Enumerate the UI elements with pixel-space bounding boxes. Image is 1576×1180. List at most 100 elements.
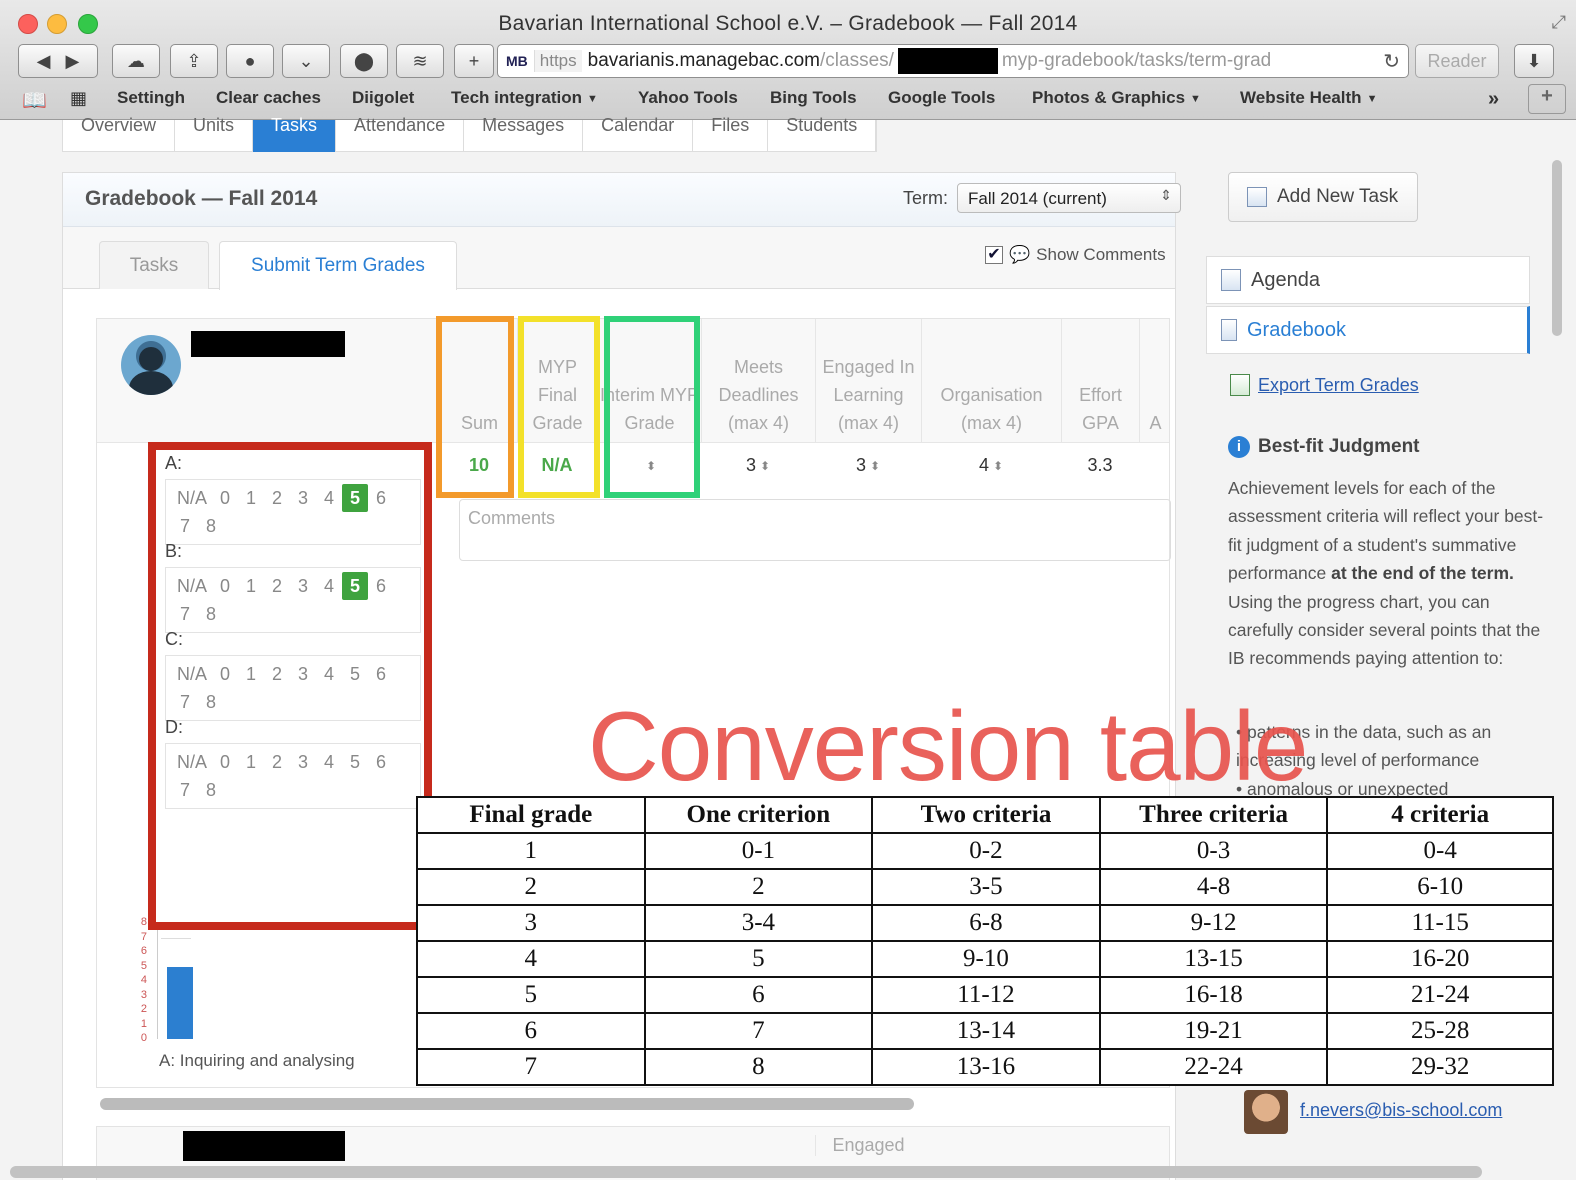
stepper-icon[interactable]: ⬍ [760, 459, 770, 473]
new-tab-button[interactable]: + [1528, 84, 1566, 114]
level-option[interactable]: 7 [172, 600, 198, 628]
add-tab-icon[interactable]: + [454, 44, 494, 78]
tab-tasks[interactable]: Tasks [253, 116, 337, 152]
level-option[interactable]: 1 [238, 572, 264, 600]
reading-list-icon[interactable]: 📖 [22, 88, 47, 113]
vertical-scrollbar[interactable] [1552, 160, 1562, 336]
level-option[interactable]: N/A [172, 484, 212, 512]
bookmark-item[interactable]: Photos & Graphics ▼ [1032, 88, 1201, 108]
level-option[interactable]: 0 [212, 748, 238, 776]
layers-icon[interactable]: ≋ [396, 44, 444, 78]
page-horizontal-scrollbar[interactable] [10, 1166, 1482, 1178]
pin-icon[interactable]: ⬤ [340, 44, 388, 78]
level-option[interactable]: 1 [238, 660, 264, 688]
level-option[interactable]: 5 [342, 660, 368, 688]
back-arrow-icon[interactable]: ◀ [37, 51, 51, 72]
tab-submit-term-grades[interactable]: Submit Term Grades [219, 241, 457, 290]
level-option[interactable]: N/A [172, 572, 212, 600]
level-option[interactable]: 7 [172, 512, 198, 540]
stepper-icon[interactable]: ⬍ [993, 459, 1003, 473]
interim-grade-stepper[interactable]: ⬍ [597, 447, 701, 483]
bookmark-item[interactable]: Yahoo Tools [638, 88, 738, 108]
tab-overview[interactable]: Overview [63, 116, 176, 152]
extension-circle-icon[interactable]: ● [226, 44, 274, 78]
level-option[interactable]: 0 [212, 660, 238, 688]
level-option-selected[interactable]: 5 [342, 484, 368, 512]
bookmark-item[interactable]: Bing Tools [770, 88, 857, 108]
meets-deadlines-stepper[interactable]: 3 ⬍ [701, 447, 815, 483]
criterion-b: B: N/A 0 1 2 3 4 5 6 7 8 [165, 541, 421, 633]
level-option[interactable]: 4 [316, 572, 342, 600]
level-option[interactable]: 3 [290, 748, 316, 776]
add-new-task-button[interactable]: Add New Task [1228, 172, 1418, 222]
level-option[interactable]: 2 [264, 748, 290, 776]
tab-files[interactable]: Files [693, 116, 769, 152]
level-option[interactable]: 1 [238, 748, 264, 776]
pocket-icon[interactable]: ⌄ [282, 44, 330, 78]
horizontal-scrollbar[interactable] [100, 1098, 914, 1110]
level-option-selected[interactable]: 5 [342, 572, 368, 600]
level-option[interactable]: 7 [172, 688, 198, 716]
back-forward-buttons[interactable]: ◀ ▶ [18, 44, 98, 78]
level-option[interactable]: 2 [264, 484, 290, 512]
level-option[interactable]: 0 [212, 572, 238, 600]
level-option[interactable]: 1 [238, 484, 264, 512]
term-select[interactable]: Fall 2014 (current) ⇕ [957, 183, 1181, 213]
bookmark-item[interactable]: Clear caches [216, 88, 321, 108]
tab-students[interactable]: Students [768, 116, 877, 152]
level-option[interactable]: 6 [368, 748, 394, 776]
bookmarks-overflow-icon[interactable]: » [1488, 88, 1499, 111]
level-option[interactable]: 8 [198, 688, 224, 716]
export-term-grades-link[interactable]: Export Term Grades [1230, 374, 1419, 396]
share-icon[interactable]: ⇪ [170, 44, 218, 78]
level-option[interactable]: N/A [172, 660, 212, 688]
level-option[interactable]: 6 [368, 484, 394, 512]
level-option[interactable]: 8 [198, 600, 224, 628]
table-cell: 6-10 [1326, 868, 1554, 906]
tab-messages[interactable]: Messages [464, 116, 584, 152]
teacher-email-link[interactable]: f.nevers@bis-school.com [1300, 1100, 1502, 1121]
tab-units[interactable]: Units [175, 116, 254, 152]
sidebar-item-agenda[interactable]: Agenda [1206, 256, 1530, 304]
level-option[interactable]: 6 [368, 660, 394, 688]
bookmark-item[interactable]: Google Tools [888, 88, 995, 108]
sidebar-item-gradebook[interactable]: Gradebook [1206, 306, 1530, 354]
forward-arrow-icon[interactable]: ▶ [66, 51, 80, 72]
level-option[interactable]: 3 [290, 572, 316, 600]
level-option[interactable]: 8 [198, 776, 224, 804]
level-option[interactable]: 3 [290, 484, 316, 512]
top-sites-icon[interactable]: ▦ [70, 88, 87, 109]
level-option[interactable]: 6 [368, 572, 394, 600]
download-icon[interactable]: ⬇ [1514, 44, 1554, 78]
level-option[interactable]: 2 [264, 572, 290, 600]
level-option[interactable]: 0 [212, 484, 238, 512]
checkbox-checked-icon[interactable]: ✔ [985, 246, 1003, 264]
level-option[interactable]: 4 [316, 484, 342, 512]
engaged-stepper[interactable]: 3 ⬍ [815, 447, 921, 483]
level-option[interactable]: 4 [316, 748, 342, 776]
tab-gradebook-tasks[interactable]: Tasks [99, 241, 209, 289]
level-option[interactable]: 7 [172, 776, 198, 804]
level-option[interactable]: 3 [290, 660, 316, 688]
bookmark-item[interactable]: Settingh [117, 88, 185, 108]
tab-attendance[interactable]: Attendance [336, 116, 465, 152]
bookmark-item[interactable]: Tech integration ▼ [451, 88, 598, 108]
organisation-stepper[interactable]: 4 ⬍ [921, 447, 1061, 483]
reload-icon[interactable]: ↻ [1383, 49, 1400, 74]
bookmark-item[interactable]: Diigolet [352, 88, 414, 108]
level-option[interactable]: N/A [172, 748, 212, 776]
reader-button[interactable]: Reader [1415, 44, 1499, 78]
stepper-icon[interactable]: ⬍ [870, 459, 880, 473]
fullscreen-icon[interactable]: ⤢ [1552, 12, 1566, 33]
level-option[interactable]: 8 [198, 512, 224, 540]
level-option[interactable]: 2 [264, 660, 290, 688]
bookmark-item[interactable]: Website Health ▼ [1240, 88, 1377, 108]
level-option[interactable]: 4 [316, 660, 342, 688]
show-comments-toggle[interactable]: ✔ 💬 Show Comments [985, 245, 1166, 265]
cloud-icon[interactable]: ☁ [112, 44, 160, 78]
url-bar[interactable]: MB https bavarianis.managebac.com /class… [497, 44, 1409, 78]
level-option[interactable]: 5 [342, 748, 368, 776]
comments-field[interactable]: Comments [459, 499, 1171, 561]
tab-calendar[interactable]: Calendar [583, 116, 694, 152]
stepper-icon[interactable]: ⬍ [646, 459, 656, 473]
